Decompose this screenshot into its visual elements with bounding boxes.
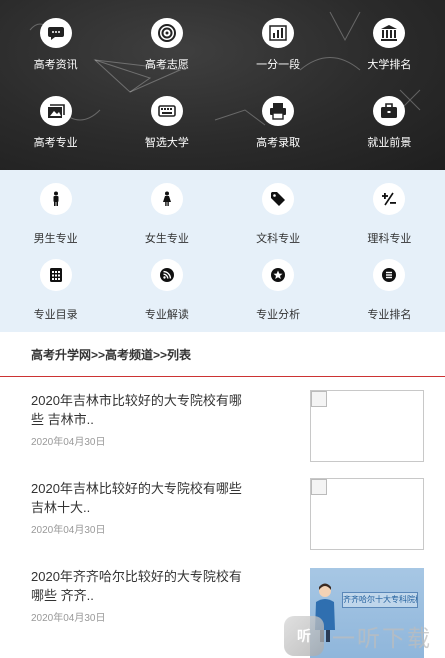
article-thumbnail[interactable] bbox=[310, 478, 424, 550]
nav-item-university-ranking[interactable]: 大学排名 bbox=[334, 14, 445, 72]
nav-item-label: 高考录取 bbox=[256, 137, 301, 149]
category-label: 理科专业 bbox=[367, 233, 412, 245]
category-label: 专业排名 bbox=[367, 309, 412, 321]
breadcrumb: 高考升学网>>高考频道>>列表 bbox=[0, 332, 445, 377]
thumbnail-caption: 齐齐哈尔十大专科院校排名 bbox=[342, 592, 418, 608]
broken-image-icon bbox=[311, 391, 327, 407]
female-figure-icon bbox=[150, 183, 183, 215]
nav-item-career-prospects[interactable]: 就业前景 bbox=[334, 92, 445, 150]
category-major-interpretation[interactable]: 专业解读 bbox=[111, 259, 222, 323]
watermark-text: 一听下载 bbox=[332, 625, 432, 651]
watermark-logo: 听 bbox=[284, 616, 324, 656]
nav-item-label: 高考资讯 bbox=[33, 59, 78, 71]
stack-list-icon bbox=[373, 259, 406, 291]
category-arts-majors[interactable]: 文科专业 bbox=[223, 183, 334, 247]
category-major-analysis[interactable]: 专业分析 bbox=[223, 259, 334, 323]
nav-item-label: 高考专业 bbox=[33, 137, 78, 149]
grid-calculator-icon bbox=[39, 259, 72, 291]
printer-icon bbox=[262, 96, 295, 126]
category-major-ranking[interactable]: 专业排名 bbox=[334, 259, 445, 323]
article-title[interactable]: 2020年吉林市比较好的大专院校有哪些 吉林市.. bbox=[31, 391, 246, 429]
nav-item-gaokao-news[interactable]: 高考资讯 bbox=[0, 14, 111, 72]
article-date: 2020年04月30日 bbox=[31, 525, 106, 536]
target-icon bbox=[150, 18, 183, 48]
category-label: 女生专业 bbox=[144, 233, 189, 245]
top-nav-panel: 高考资讯 高考志愿 一分一段 大学排名 高考专业 智选大学 高考录取 就业前景 bbox=[0, 0, 445, 170]
major-category-panel: 男生专业 女生专业 文科专业 理科专业 专业目录 专业解读 专业分析 专业排名 bbox=[0, 170, 445, 332]
nav-item-gaokao-application[interactable]: 高考志愿 bbox=[111, 14, 222, 72]
nav-item-label: 高考志愿 bbox=[144, 59, 189, 71]
star-badge-icon bbox=[262, 259, 295, 291]
category-label: 男生专业 bbox=[33, 233, 78, 245]
category-label: 专业分析 bbox=[256, 309, 301, 321]
article-title[interactable]: 2020年齐齐哈尔比较好的大专院校有哪些 齐齐.. bbox=[31, 567, 246, 605]
tag-icon bbox=[262, 183, 295, 215]
nav-item-gaokao-majors[interactable]: 高考专业 bbox=[0, 92, 111, 150]
nav-item-label: 一分一段 bbox=[256, 59, 301, 71]
category-science-majors[interactable]: 理科专业 bbox=[334, 183, 445, 247]
article-thumbnail[interactable] bbox=[310, 390, 424, 462]
list-item[interactable]: 2020年吉林市比较好的大专院校有哪些 吉林市.. 2020年04月30日 bbox=[0, 378, 445, 466]
nav-item-label: 智选大学 bbox=[144, 137, 189, 149]
photo-stack-icon bbox=[39, 96, 72, 126]
university-building-icon bbox=[373, 18, 406, 48]
nav-item-label: 大学排名 bbox=[367, 59, 412, 71]
category-major-catalog[interactable]: 专业目录 bbox=[0, 259, 111, 323]
nav-item-smart-university-pick[interactable]: 智选大学 bbox=[111, 92, 222, 150]
chat-bubble-icon bbox=[39, 18, 72, 48]
male-figure-icon bbox=[39, 183, 72, 215]
breadcrumb-text[interactable]: 高考升学网>>高考频道>>列表 bbox=[31, 346, 191, 363]
nav-item-label: 就业前景 bbox=[367, 137, 412, 149]
category-label: 专业解读 bbox=[144, 309, 189, 321]
article-date: 2020年04月30日 bbox=[31, 613, 106, 624]
bar-chart-icon bbox=[262, 18, 295, 48]
watermark: 听 一听下载 bbox=[284, 614, 445, 658]
list-item[interactable]: 2020年吉林比较好的大专院校有哪些 吉林十大.. 2020年04月30日 bbox=[0, 466, 445, 554]
nav-item-score-segment[interactable]: 一分一段 bbox=[223, 14, 334, 72]
plus-minus-icon bbox=[373, 183, 406, 215]
category-male-majors[interactable]: 男生专业 bbox=[0, 183, 111, 247]
broken-image-icon bbox=[311, 479, 327, 495]
rss-icon bbox=[150, 259, 183, 291]
category-label: 文科专业 bbox=[256, 233, 301, 245]
category-label: 专业目录 bbox=[33, 309, 78, 321]
article-date: 2020年04月30日 bbox=[31, 437, 106, 448]
article-title[interactable]: 2020年吉林比较好的大专院校有哪些 吉林十大.. bbox=[31, 479, 246, 517]
nav-item-gaokao-admission[interactable]: 高考录取 bbox=[223, 92, 334, 150]
keyboard-icon bbox=[150, 96, 183, 126]
article-list: 2020年吉林市比较好的大专院校有哪些 吉林市.. 2020年04月30日 20… bbox=[0, 378, 445, 658]
category-female-majors[interactable]: 女生专业 bbox=[111, 183, 222, 247]
briefcase-icon bbox=[373, 96, 406, 126]
